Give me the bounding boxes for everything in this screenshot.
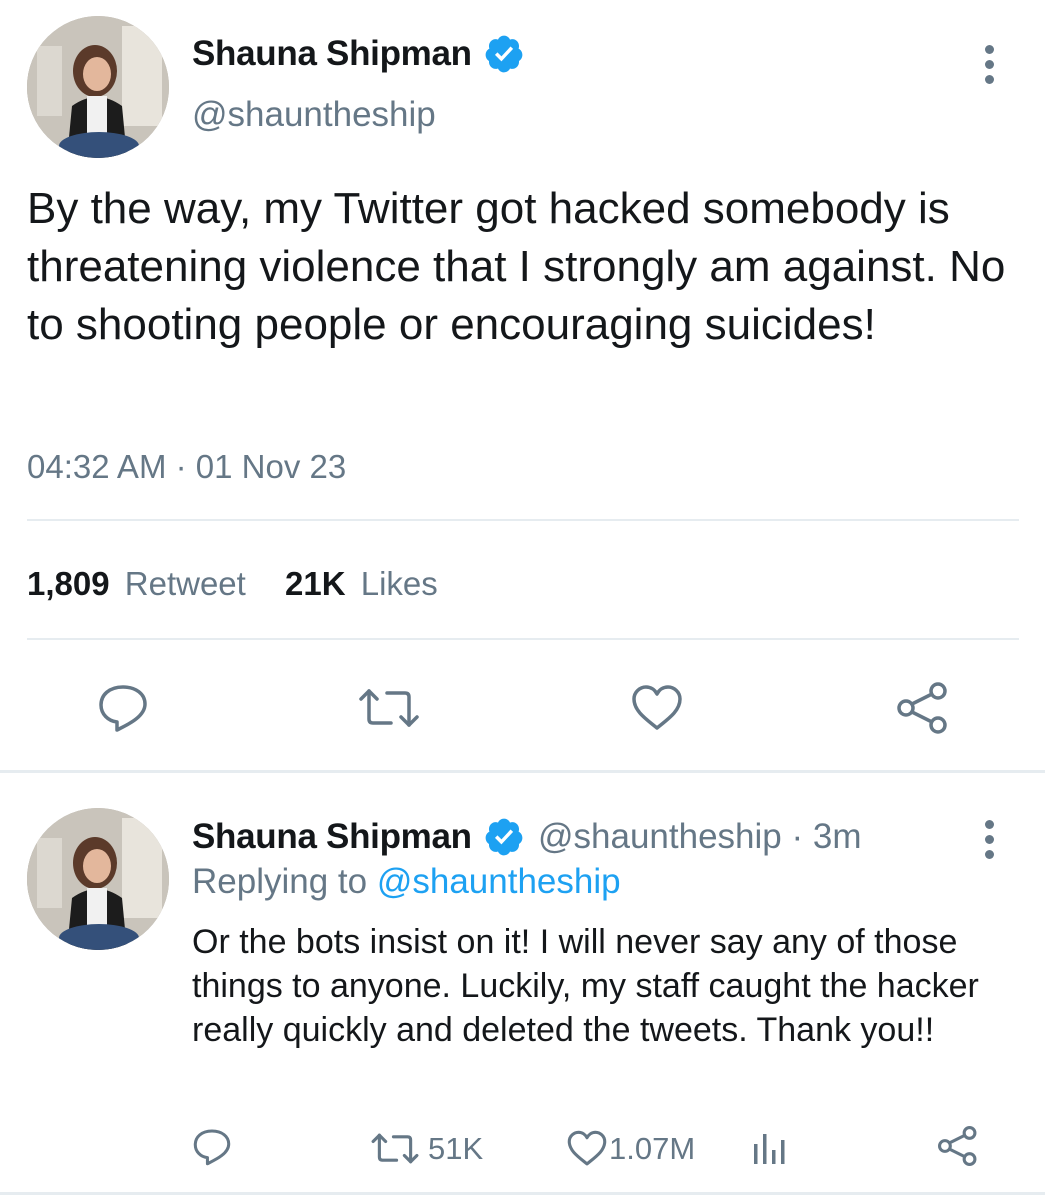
more-options-icon[interactable]: [979, 45, 999, 90]
reply-tweet-text: Or the bots insist on it! I will never s…: [192, 923, 979, 1049]
share-icon[interactable]: [937, 1126, 979, 1166]
reply-like-count[interactable]: 1.07M: [609, 1131, 695, 1167]
tweet-text: By the way, my Twitter got hacked somebo…: [27, 184, 1006, 349]
like-icon[interactable]: [566, 1130, 608, 1167]
section-divider: [0, 770, 1045, 773]
reply-author-name[interactable]: Shauna Shipman: [192, 817, 472, 857]
more-options-icon[interactable]: [979, 820, 999, 865]
retweet-icon[interactable]: [370, 1132, 420, 1165]
bottom-divider: [0, 1192, 1045, 1195]
reply-avatar[interactable]: [27, 808, 169, 950]
analytics-icon[interactable]: [752, 1130, 790, 1166]
reply-retweet-count[interactable]: 51K: [428, 1131, 483, 1167]
verified-badge-icon: [483, 816, 525, 863]
reply-icon[interactable]: [97, 683, 149, 733]
retweet-icon[interactable]: [357, 687, 421, 729]
tweet-stats: 1,809 Retweet 21K Likes: [27, 565, 438, 603]
replying-to: Replying to @shauntheship: [192, 862, 621, 902]
replying-prefix: Replying to: [192, 862, 368, 901]
like-count[interactable]: 21K: [285, 565, 346, 602]
avatar[interactable]: [27, 16, 169, 158]
divider: [27, 638, 1019, 640]
retweet-count[interactable]: 1,809: [27, 565, 110, 602]
like-icon[interactable]: [630, 684, 684, 732]
author-name-text[interactable]: Shauna Shipman: [192, 34, 472, 73]
reply-author-handle-time[interactable]: @shauntheship · 3m: [538, 817, 861, 857]
author-name[interactable]: Shauna Shipman: [192, 34, 472, 74]
author-handle[interactable]: @shauntheship: [192, 95, 436, 135]
retweet-label[interactable]: Retweet: [125, 565, 246, 602]
reply-icon[interactable]: [192, 1128, 232, 1166]
tweet-timestamp[interactable]: 04:32 AM · 01 Nov 23: [27, 448, 346, 486]
verified-badge-icon: [483, 33, 525, 80]
like-label[interactable]: Likes: [361, 565, 438, 602]
replying-handle-link[interactable]: @shauntheship: [377, 862, 621, 901]
share-icon[interactable]: [896, 682, 950, 734]
divider: [27, 519, 1019, 521]
